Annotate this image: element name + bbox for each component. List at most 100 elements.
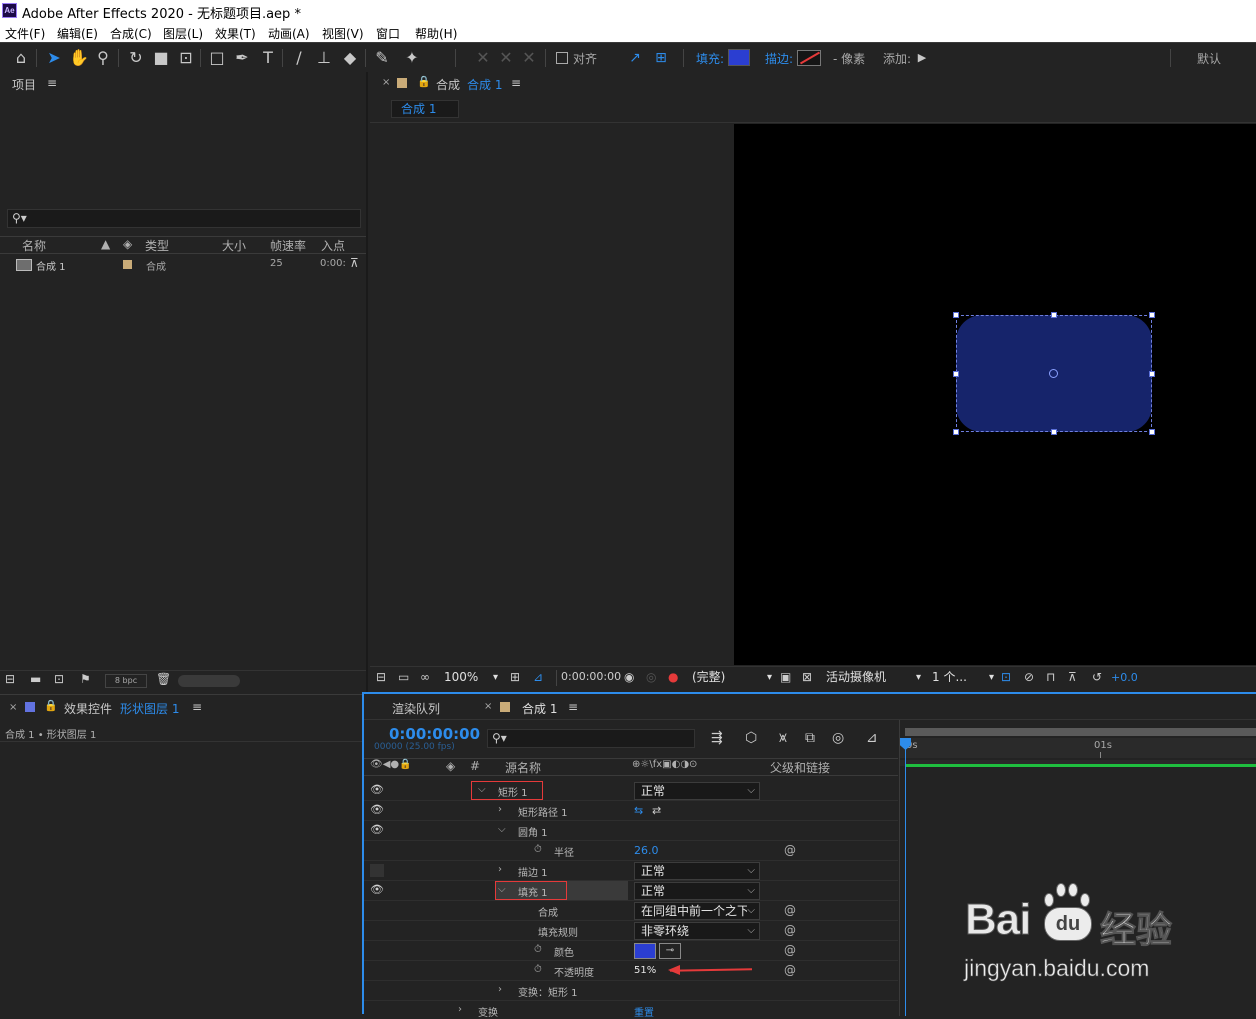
frame-blending-icon[interactable]: ⧉ <box>805 730 815 746</box>
zoom-tool-icon[interactable]: ⚲ <box>92 47 114 69</box>
pickwhip-icon[interactable]: @ <box>784 903 796 917</box>
expand-chevron-icon[interactable]: › <box>458 1004 462 1015</box>
viewer-timecode[interactable]: 0:00:00:00 <box>556 670 621 686</box>
visibility-eye-icon[interactable]: 👁 <box>370 784 384 796</box>
stopwatch-icon[interactable]: ⏱ <box>534 844 542 855</box>
camera-tool-icon[interactable]: ■ <box>150 47 172 69</box>
eraser-tool-icon[interactable]: ◆ <box>339 47 361 69</box>
lock-icon[interactable]: 🔒 <box>417 75 431 88</box>
effect-menu-icon[interactable]: ≡ <box>192 700 202 714</box>
time-ruler[interactable]: 0s 01s <box>900 738 1256 758</box>
roto-brush-tool-icon[interactable]: ✎ <box>371 47 393 69</box>
fill-rule-dropdown[interactable]: 非零环绕 ⌵ <box>634 922 760 940</box>
rotate-tool-icon[interactable]: ↻ <box>125 47 147 69</box>
comp-menu-icon[interactable]: ≡ <box>511 76 521 90</box>
layer-row-transform-rect[interactable]: › 变换：矩形 1 <box>364 981 898 1001</box>
menu-view[interactable]: 视图(V) <box>322 25 364 42</box>
label-tag-icon[interactable]: ◈ <box>123 237 132 251</box>
new-composition-icon[interactable]: ⊡ <box>54 672 64 686</box>
thumbnail-scroll[interactable] <box>178 675 240 687</box>
type-tool-icon[interactable]: T <box>257 47 279 69</box>
mask-visibility-icon[interactable]: ∞ <box>420 670 430 684</box>
layer-row-rectangle[interactable]: 👁 ⌵ 矩形 1 正常 ⌵ <box>364 781 898 801</box>
pickwhip-icon[interactable]: @ <box>784 923 796 937</box>
monitor-icon[interactable]: ▭ <box>398 670 409 684</box>
fast-preview-icon[interactable]: ⊘ <box>1024 670 1034 684</box>
blend-mode-dropdown[interactable]: 正常 ⌵ <box>634 862 760 880</box>
rectangle-tool-icon[interactable]: □ <box>206 47 228 69</box>
region-of-interest-icon[interactable]: ▣ <box>780 670 791 684</box>
collapse-chevron-icon[interactable]: ⌵ <box>498 884 506 895</box>
path-direction-icon[interactable]: ⇆ <box>634 804 643 817</box>
layer-row-stroke[interactable]: › 描边 1 正常 ⌵ <box>364 861 898 881</box>
visibility-toggle-off[interactable] <box>370 864 384 877</box>
col-type[interactable]: 类型 <box>145 237 169 254</box>
resolution-dropdown[interactable]: (完整) ▾ <box>692 669 772 686</box>
project-search-input[interactable]: ⚲▾ <box>7 209 361 228</box>
new-folder-icon[interactable]: ▬ <box>30 672 41 686</box>
reset-link[interactable]: 重置 <box>634 1004 654 1019</box>
menu-layer[interactable]: 图层(L) <box>163 25 203 42</box>
timeline-timecode[interactable]: 0:00:00:00 <box>389 725 480 743</box>
effect-controls-layer[interactable]: 形状图层 1 <box>120 700 179 717</box>
source-name-header[interactable]: 源名称 <box>505 759 541 776</box>
parent-link-header[interactable]: 父级和链接 <box>770 759 830 776</box>
col-fps[interactable]: 帧速率 <box>270 237 306 254</box>
composition-canvas[interactable] <box>734 124 1256 665</box>
menu-help[interactable]: 帮助(H) <box>415 25 457 42</box>
flowchart-icon[interactable]: ⊼ <box>1068 670 1077 684</box>
menu-animation[interactable]: 动画(A) <box>268 25 310 42</box>
world-axis-icon[interactable]: ✕ <box>495 47 517 69</box>
col-size[interactable]: 大小 <box>222 237 246 254</box>
channels-icon[interactable]: ● <box>668 670 678 684</box>
comp-panel-name[interactable]: 合成 1 <box>467 76 502 93</box>
menu-effect[interactable]: 效果(T) <box>215 25 256 42</box>
workspace-default[interactable]: 默认 <box>1197 50 1221 67</box>
col-name[interactable]: 名称 <box>22 237 46 254</box>
property-row-radius[interactable]: ⏱ 半径 26.0 @ <box>364 841 898 861</box>
menu-file[interactable]: 文件(F) <box>5 25 45 42</box>
project-menu-icon[interactable]: ≡ <box>47 76 57 90</box>
path-direction-reverse-icon[interactable]: ⇄ <box>652 804 661 817</box>
blend-mode-dropdown[interactable]: 正常 ⌵ <box>634 882 760 900</box>
clone-stamp-tool-icon[interactable]: ⊥ <box>313 47 335 69</box>
layer-duration-bar[interactable] <box>905 764 1256 767</box>
motion-blur-icon[interactable]: ◎ <box>832 730 844 746</box>
anchor-point-icon[interactable] <box>1049 369 1058 378</box>
mask-path-icon[interactable]: ⊿ <box>533 670 543 684</box>
layer-row-rect-path[interactable]: 👁 › 矩形路径 1 ⇆ ⇄ <box>364 801 898 821</box>
toggle-pixel-aspect-icon[interactable]: ⊡ <box>1001 670 1011 684</box>
transparency-grid-icon[interactable]: ⊠ <box>802 670 812 684</box>
add-play-icon[interactable]: ▶ <box>911 47 933 69</box>
fill-color-swatch[interactable] <box>634 943 656 959</box>
dependencies-icon[interactable]: ⚑ <box>80 672 91 686</box>
composite-dropdown[interactable]: 在同组中前一个之下 ⌵ <box>634 902 760 920</box>
view-axis-icon[interactable]: ✕ <box>518 47 540 69</box>
exposure-value[interactable]: +0.0 <box>1111 671 1138 684</box>
collapse-chevron-icon[interactable]: ⌵ <box>478 784 486 795</box>
interpret-footage-icon[interactable]: ⊟ <box>5 672 15 686</box>
always-preview-icon[interactable]: ⊟ <box>376 670 386 684</box>
snap-options-icon[interactable]: ⊞ <box>650 47 672 69</box>
layer-row-transform[interactable]: › 变换 重置 <box>364 1001 898 1019</box>
timeline-menu-icon[interactable]: ≡ <box>568 700 578 714</box>
eyedropper-icon[interactable]: ⊸ <box>659 943 681 959</box>
visibility-eye-icon[interactable]: 👁 <box>370 884 384 896</box>
fill-color-swatch[interactable] <box>728 49 750 66</box>
col-in-point[interactable]: 入点 <box>321 237 345 254</box>
show-snapshot-icon[interactable]: ◎ <box>646 670 656 684</box>
timeline-comp-tab[interactable]: 合成 1 <box>522 700 557 717</box>
timeline-icon[interactable]: ⊓ <box>1046 670 1055 684</box>
pen-tool-icon[interactable]: ✒ <box>231 47 253 69</box>
comp-tab[interactable]: 合成 1 <box>391 100 459 118</box>
collapse-chevron-icon[interactable]: ⌵ <box>498 824 506 835</box>
visibility-eye-icon[interactable]: 👁 <box>370 804 384 816</box>
trash-icon[interactable]: 🗑 <box>156 672 171 686</box>
layer-row-fill[interactable]: 👁 ⌵ 填充 1 正常 ⌵ <box>364 881 898 901</box>
close-tab-icon[interactable]: × <box>484 701 492 712</box>
layer-row-round-corners[interactable]: 👁 ⌵ 圆角 1 <box>364 821 898 841</box>
menu-edit[interactable]: 编辑(E) <box>57 25 98 42</box>
close-panel-icon[interactable]: × <box>382 77 390 88</box>
property-value[interactable]: 51% <box>634 965 656 976</box>
property-row-composite[interactable]: 合成 在同组中前一个之下 ⌵ @ <box>364 901 898 921</box>
